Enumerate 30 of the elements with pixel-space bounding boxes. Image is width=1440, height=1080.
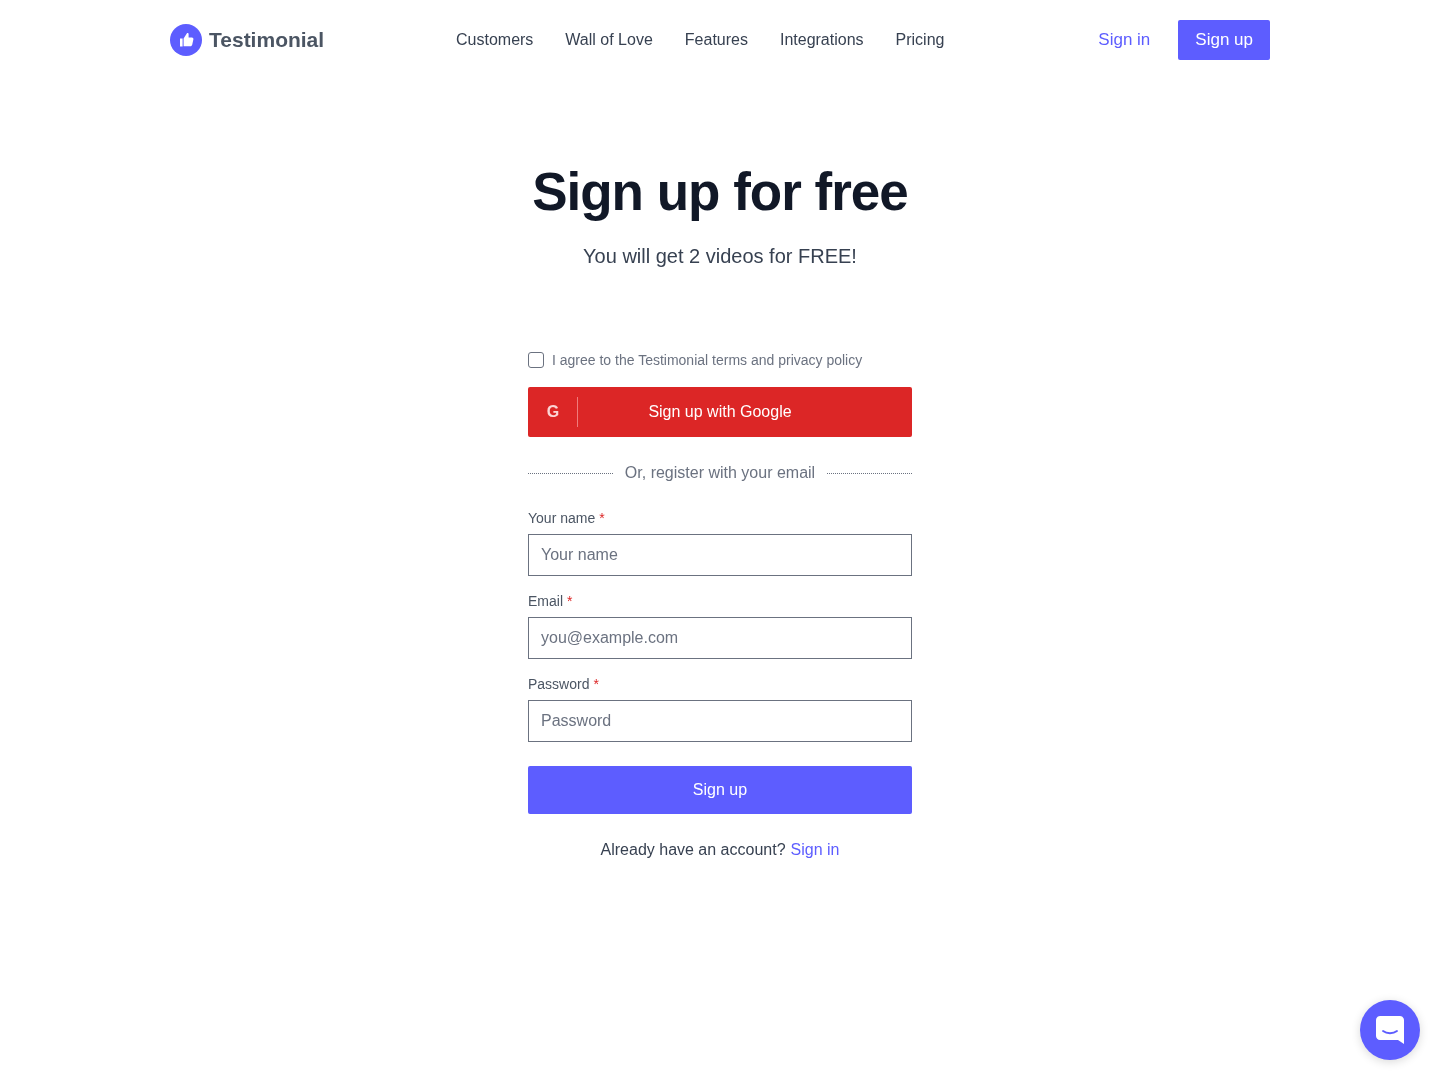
- thumbs-up-icon[interactable]: [170, 24, 202, 56]
- nav-link[interactable]: Customers: [456, 31, 534, 49]
- google-sign-up-button[interactable]: G Sign up with Google: [528, 387, 912, 437]
- required-mark: *: [599, 510, 605, 526]
- nav-link[interactable]: Pricing: [895, 31, 945, 49]
- sign-up-button[interactable]: Sign up: [528, 766, 912, 814]
- nav-link[interactable]: Wall of Love: [565, 31, 653, 49]
- page-title: Sign up for free: [532, 161, 908, 223]
- letter-g-icon: G: [545, 403, 561, 421]
- input-field[interactable]: you@example.com: [528, 617, 912, 659]
- required-mark: *: [567, 593, 573, 609]
- chat-bubble-icon: [1376, 1016, 1404, 1044]
- input-field[interactable]: Your name: [528, 534, 912, 576]
- nav-link[interactable]: Features: [684, 31, 748, 49]
- field-label: Your name: [528, 510, 596, 526]
- field-label: Password: [528, 676, 590, 692]
- subtitle: You will get 2 videos for FREE!: [583, 244, 857, 269]
- input-field[interactable]: Password: [528, 700, 912, 742]
- chat-button[interactable]: [1360, 1000, 1420, 1060]
- required-mark: *: [593, 676, 599, 692]
- logo-text[interactable]: Testimonial: [209, 28, 325, 52]
- agree-label: I agree to the Testimonial terms and privacy policy: [552, 352, 863, 368]
- field-label: Email: [528, 593, 563, 609]
- sign-in-link[interactable]: Sign in: [1098, 30, 1151, 50]
- divider-text: Or, register with your email: [624, 464, 816, 482]
- sign-in-link[interactable]: Sign in: [790, 841, 840, 859]
- sign-up-button[interactable]: Sign up: [1178, 20, 1270, 60]
- nav-link[interactable]: Integrations: [779, 31, 864, 49]
- account-prompt: Already have an account?: [600, 841, 786, 859]
- checkbox[interactable]: [528, 352, 544, 368]
